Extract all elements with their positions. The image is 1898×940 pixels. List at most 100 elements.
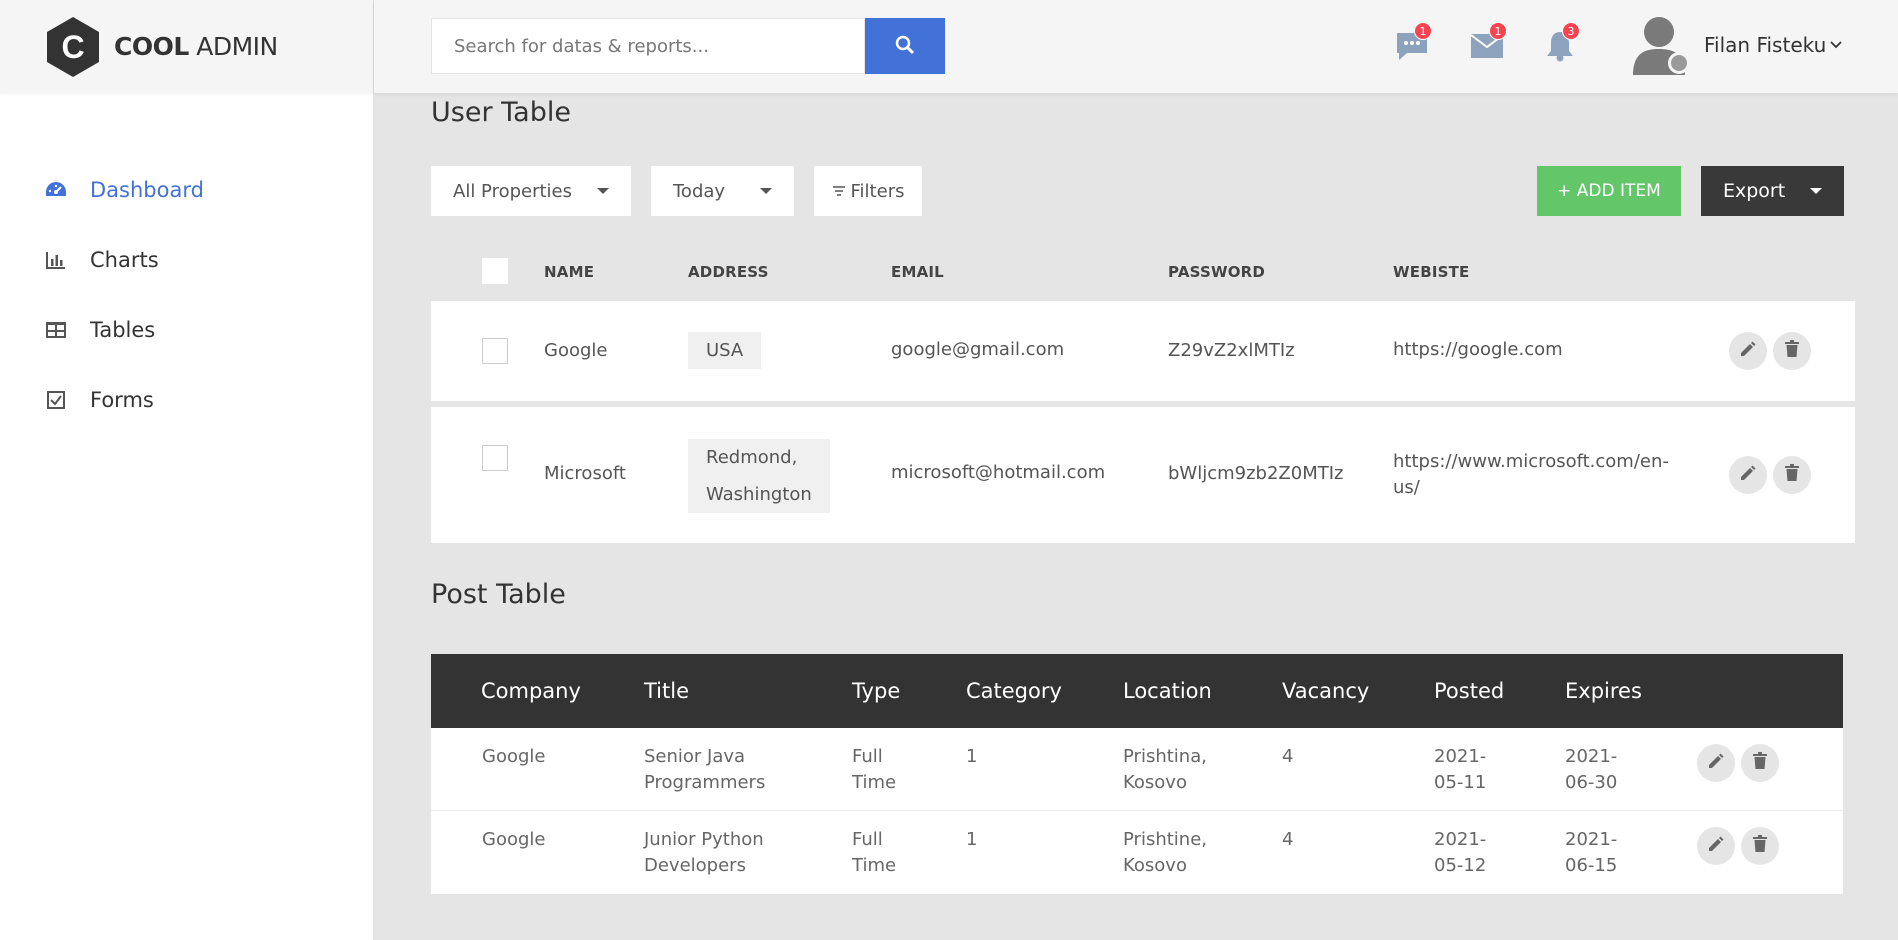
delete-button[interactable] — [1773, 456, 1811, 494]
row-email[interactable]: google@gmail.com — [891, 339, 1064, 360]
mail-notification[interactable]: 1 — [1467, 22, 1507, 68]
sidebar: C COOL ADMIN Dashboard Charts Tables For… — [0, 0, 374, 940]
trash-icon — [1752, 834, 1768, 858]
user-table-header: NAME ADDRESS EMAIL PASSWORD WEBISTE — [431, 241, 1855, 301]
post-table: Company Title Type Category Location Vac… — [431, 654, 1843, 894]
row-location: Prishtine, Kosovo — [1123, 829, 1207, 876]
edit-button[interactable] — [1697, 744, 1735, 782]
logo[interactable]: C COOL ADMIN — [0, 0, 373, 93]
search-icon — [895, 35, 915, 58]
edit-button[interactable] — [1729, 456, 1767, 494]
column-header-email: EMAIL — [891, 263, 944, 281]
table-row: Microsoft Redmond, Washington microsoft@… — [431, 407, 1855, 543]
filter-icon — [832, 181, 846, 202]
row-type: Full Time — [852, 829, 897, 876]
row-company: Google — [482, 829, 546, 850]
column-header-vacancy: Vacancy — [1282, 679, 1370, 703]
row-category: 1 — [966, 829, 978, 850]
row-address-line: Washington — [706, 484, 812, 505]
avatar — [1632, 15, 1692, 75]
search-button[interactable] — [865, 18, 945, 74]
edit-button[interactable] — [1697, 827, 1735, 865]
row-vacancy: 4 — [1282, 746, 1294, 767]
brand-name: COOL ADMIN — [114, 32, 278, 61]
properties-select[interactable]: All Properties — [431, 166, 631, 216]
date-select-value: Today — [673, 180, 726, 202]
chevron-down-icon — [1830, 38, 1842, 52]
filters-button[interactable]: Filters — [814, 166, 922, 216]
row-category: 1 — [966, 746, 978, 767]
logo-hex-icon: C — [44, 15, 102, 79]
row-title: Junior Python Developers — [644, 829, 764, 876]
filters-label: Filters — [850, 180, 905, 202]
bar-chart-icon — [44, 248, 68, 272]
export-label: Export — [1723, 180, 1786, 202]
table-row: Google USA google@gmail.com Z29vZ2xlMTIz… — [431, 301, 1855, 401]
delete-button[interactable] — [1741, 744, 1779, 782]
column-header-posted: Posted — [1434, 679, 1505, 703]
row-type: Full Time — [852, 746, 897, 793]
row-password: Z29vZ2xlMTIz — [1168, 340, 1295, 361]
column-header-address: ADDRESS — [688, 263, 769, 281]
sidebar-item-label: Dashboard — [90, 178, 204, 202]
row-address-line: Redmond, — [706, 447, 798, 468]
row-checkbox[interactable] — [482, 338, 508, 364]
svg-text:C: C — [61, 29, 84, 65]
select-all-checkbox[interactable] — [482, 258, 508, 284]
user-table-toolbar: All Properties Today Filters + ADD ITEM … — [431, 166, 1855, 216]
properties-select-value: All Properties — [453, 180, 573, 202]
export-button[interactable]: Export — [1701, 166, 1844, 216]
trash-icon — [1752, 751, 1768, 775]
row-expires: 2021- 06-15 — [1565, 829, 1618, 876]
search-bar — [431, 18, 945, 74]
sidebar-item-label: Charts — [90, 248, 159, 272]
sidebar-item-label: Forms — [90, 388, 154, 412]
row-expires: 2021- 06-30 — [1565, 746, 1618, 793]
sidebar-item-dashboard[interactable]: Dashboard — [0, 155, 373, 225]
bell-badge: 3 — [1562, 22, 1580, 40]
gauge-icon — [44, 178, 68, 202]
date-select[interactable]: Today — [651, 166, 794, 216]
column-header-password: PASSWORD — [1168, 263, 1266, 281]
post-table-title: Post Table — [431, 579, 566, 610]
bell-notification[interactable]: 3 — [1540, 22, 1580, 68]
user-name: Filan Fisteku — [1704, 33, 1827, 57]
caret-down-icon — [597, 188, 609, 194]
checkbox-icon — [44, 388, 68, 412]
delete-button[interactable] — [1741, 827, 1779, 865]
table-icon — [44, 318, 68, 342]
row-title: Senior Java Programmers — [644, 746, 766, 793]
pencil-icon — [1739, 464, 1757, 486]
row-checkbox[interactable] — [482, 445, 508, 471]
column-header-website: WEBISTE — [1393, 263, 1470, 281]
column-header-category: Category — [966, 679, 1062, 703]
sidebar-item-tables[interactable]: Tables — [0, 295, 373, 365]
mail-badge: 1 — [1489, 22, 1507, 40]
user-menu[interactable]: Filan Fisteku — [1632, 15, 1842, 75]
caret-down-icon — [760, 188, 772, 194]
row-password: bWljcm9zb2Z0MTIz — [1168, 463, 1344, 484]
sidebar-item-charts[interactable]: Charts — [0, 225, 373, 295]
search-input[interactable] — [431, 18, 865, 74]
chat-notification[interactable]: 1 — [1392, 22, 1432, 68]
sidebar-item-forms[interactable]: Forms — [0, 365, 373, 435]
post-table-header: Company Title Type Category Location Vac… — [431, 654, 1843, 728]
row-company: Google — [482, 746, 546, 767]
edit-button[interactable] — [1729, 332, 1767, 370]
row-posted: 2021- 05-12 — [1434, 829, 1487, 876]
pencil-icon — [1707, 752, 1725, 775]
column-header-company: Company — [481, 679, 581, 703]
pencil-icon — [1707, 835, 1725, 858]
main-content: User Table All Properties Today Filters … — [431, 93, 1855, 894]
row-email[interactable]: microsoft@hotmail.com — [891, 462, 1105, 483]
row-website[interactable]: https://www.microsoft.com/en-us/ — [1393, 449, 1669, 501]
table-row: Google Senior Java Programmers Full Time 1… — [431, 728, 1843, 811]
row-name: Google — [544, 340, 608, 361]
add-item-button[interactable]: + ADD ITEM — [1537, 166, 1681, 216]
row-address: USA — [688, 332, 762, 369]
user-table-title: User Table — [431, 97, 571, 128]
caret-down-icon — [1810, 188, 1822, 194]
row-website[interactable]: https://google.com — [1393, 339, 1563, 360]
column-header-location: Location — [1123, 679, 1212, 703]
delete-button[interactable] — [1773, 332, 1811, 370]
